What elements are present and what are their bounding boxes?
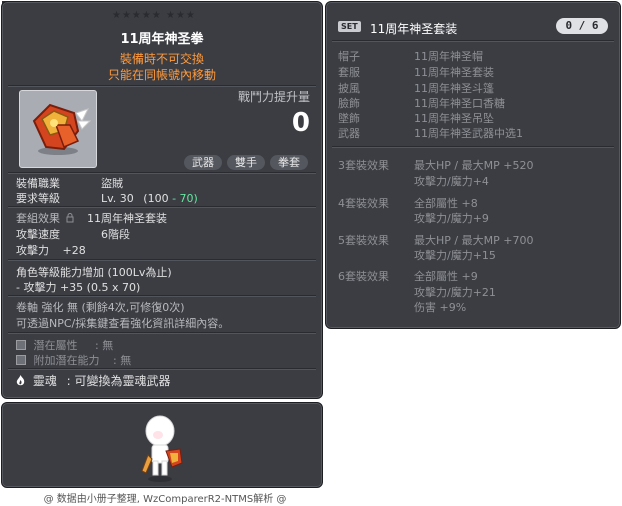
divider: [8, 332, 316, 334]
bonus-potential-value: : 無: [113, 354, 132, 367]
set-piece-name: 11周年神圣吊坠: [414, 112, 494, 125]
level-reduction: - 70): [172, 192, 198, 205]
set-effect-label: 套組效果: [16, 212, 60, 225]
job-value: 盜賊: [101, 177, 123, 190]
set-effect-line: 全部屬性 +8: [414, 197, 478, 210]
combat-power-label: 戰鬥力提升量: [237, 90, 310, 104]
level-label: 要求等級: [16, 192, 60, 205]
potential-row: 潛在屬性 : 無: [16, 337, 113, 353]
trade-warning: 裝備時不可交換: [119, 52, 204, 66]
bonus-potential-row: 附加潛在能力 : 無: [16, 352, 131, 368]
set-piece-slot: 臉飾: [338, 97, 360, 110]
set-piece-count: 0 / 6: [556, 18, 608, 34]
attack-label: 攻擊力: [16, 244, 49, 257]
set-effect-line: 伤害 +9%: [414, 301, 467, 314]
combat-power-value: 0: [291, 108, 310, 138]
item-tooltip-panel: ★★★★★ ★★★ 11周年神圣拳 裝備時不可交換 只能在同帳號內移動 戰鬥力提…: [1, 1, 323, 399]
set-effect-line: 攻擊力/魔力+4: [414, 175, 489, 188]
star-force-stars: ★★★★★ ★★★: [112, 10, 196, 21]
attack-speed-value: 6階段: [101, 228, 130, 241]
soul-label: 靈魂: [32, 374, 57, 388]
set-effect-line: 最大HP / 最大MP +700: [414, 234, 534, 247]
set-info-panel: SET 11周年神圣套装 0 / 6 帽子 11周年神圣帽 套服 11周年神圣套…: [325, 1, 621, 329]
set-piece-name: 11周年神圣帽: [414, 50, 483, 63]
divider: [8, 259, 316, 261]
set-piece-slot: 墜飾: [338, 112, 360, 125]
item-icon-frame: [19, 90, 97, 168]
level-bonus-title: 角色等級能力增加 (100Lv為止): [16, 266, 172, 279]
attack-speed-label: 攻擊速度: [16, 228, 60, 241]
soul-row: 靈魂 : 可變換為靈魂武器: [16, 372, 171, 389]
divider: [8, 85, 316, 87]
potential-value: : 無: [95, 339, 114, 352]
flame-icon: [16, 375, 25, 386]
item-name: 11周年神圣拳: [120, 32, 204, 47]
set-piece-name: 11周年神圣斗篷: [414, 82, 494, 95]
set-piece-name: 11周年神圣武器中选1: [414, 127, 523, 140]
set-effect-tier-label: 5套裝效果: [338, 234, 389, 247]
set-effect-tier-label: 3套裝效果: [338, 159, 389, 172]
soul-value: : 可變換為靈魂武器: [66, 374, 171, 388]
divider: [8, 368, 316, 370]
divider: [332, 146, 614, 148]
set-effect-line: 攻擊力/魔力+9: [414, 212, 489, 225]
level-value: Lv. 30: [101, 192, 134, 205]
job-label: 裝備職業: [16, 177, 60, 190]
divider: [332, 40, 614, 42]
footer-credit: @ 数据由小册子整理, WzComparerR2-NTMS解析 @: [43, 494, 287, 505]
set-piece-slot: 披風: [338, 82, 360, 95]
tag-two-handed: 雙手: [227, 155, 265, 170]
bonus-potential-icon: [16, 355, 26, 365]
level-row: 要求等級 Lv. 30 (100 - 70): [16, 190, 198, 206]
set-piece-name: 11周年神圣套装: [414, 66, 494, 79]
bonus-potential-label: 附加潛在能力: [33, 354, 100, 367]
attack-row: 攻擊力 +28: [16, 242, 86, 258]
weapon-icon: [32, 103, 92, 155]
set-effect-value: 11周年神圣套装: [87, 212, 167, 225]
character-icon: [141, 415, 183, 482]
potential-label: 潛在屬性: [33, 339, 78, 352]
character-preview-panel: [1, 402, 323, 488]
set-effect-line: 攻擊力/魔力+15: [414, 249, 496, 262]
set-row: 套組效果 11周年神圣套装: [16, 210, 167, 226]
potential-icon: [16, 340, 26, 350]
set-effect-line: 最大HP / 最大MP +520: [414, 159, 534, 172]
set-piece-slot: 套服: [338, 66, 360, 79]
npc-info-line: 可透過NPC/採集鍵查看強化資訊詳細內容。: [16, 317, 230, 330]
lock-icon: [66, 213, 73, 223]
set-effect-tier-label: 4套裝效果: [338, 197, 389, 210]
tag-knuckle: 拳套: [270, 155, 308, 170]
divider: [8, 295, 316, 297]
set-effect-line: 全部屬性 +9: [414, 270, 478, 283]
job-row: 裝備職業 盜賊: [16, 175, 123, 191]
level-bonus-line: - 攻擊力 +35 (0.5 x 70): [16, 281, 141, 294]
tag-weapon: 武器: [184, 155, 222, 170]
set-piece-name: 11周年神圣口香糖: [414, 97, 505, 110]
set-badge: SET: [338, 21, 361, 32]
account-warning: 只能在同帳號內移動: [107, 68, 216, 82]
speed-row: 攻擊速度 6階段: [16, 226, 130, 242]
attack-value: +28: [62, 244, 86, 257]
level-base: (100: [143, 192, 169, 205]
set-piece-slot: 帽子: [338, 50, 360, 63]
set-effect-tier-label: 6套裝效果: [338, 270, 389, 283]
divider: [8, 172, 316, 174]
set-effect-line: 攻擊力/魔力+21: [414, 286, 496, 299]
set-piece-slot: 武器: [338, 127, 360, 140]
scroll-upgrade-line: 卷軸 強化 無 (剩餘4次,可修復0次): [16, 301, 185, 314]
set-name: 11周年神圣套装: [370, 22, 458, 36]
divider: [8, 206, 316, 208]
